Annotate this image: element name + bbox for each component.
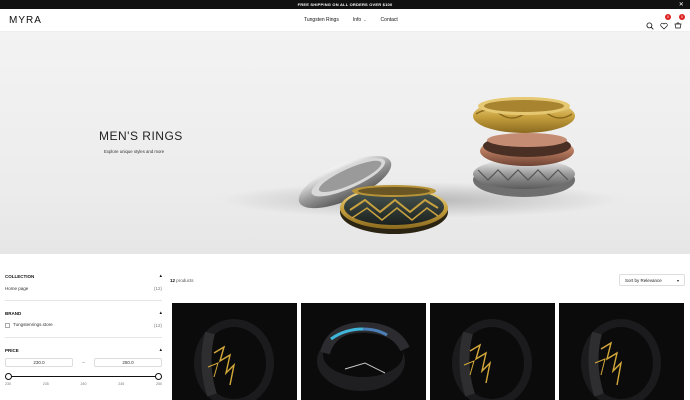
price-tick: 230: [5, 382, 11, 386]
announcement-text: FREE SHIPPING ON ALL ORDERS OVER $100: [297, 2, 393, 7]
chevron-up-icon: ▴: [159, 273, 162, 279]
filter-collection-title: COLLECTION: [5, 273, 35, 279]
product-image: [452, 319, 532, 400]
product-card[interactable]: [172, 303, 297, 400]
filter-price-title: PRICE: [5, 347, 19, 353]
hero-title: MEN'S RINGS: [99, 129, 183, 143]
filter-brand-title: BRAND: [5, 310, 22, 316]
chevron-down-icon: ▾: [676, 277, 679, 283]
product-count-number: 12: [170, 278, 176, 283]
hero-subtitle: Explore unique styles and more: [104, 149, 165, 154]
logo[interactable]: MYRA: [9, 15, 42, 26]
site-header: MYRA Tungsten Rings Info ⌄ Contact 0 0: [0, 9, 690, 32]
filter-option-label: Home page: [5, 285, 29, 291]
price-max-input[interactable]: 250.0: [94, 358, 162, 367]
product-card[interactable]: [301, 303, 426, 400]
price-tick: 245: [118, 382, 125, 386]
price-tick: 240: [80, 382, 87, 386]
product-count-label: products: [176, 278, 194, 283]
sort-select[interactable]: Sort by Relevance ▾: [619, 274, 685, 286]
price-slider[interactable]: [5, 373, 162, 381]
search-icon[interactable]: [646, 17, 654, 30]
product-image: [317, 321, 410, 391]
chevron-up-icon: ▴: [159, 347, 162, 353]
price-tick: 235: [42, 382, 49, 386]
filter-collection-header[interactable]: COLLECTION ▴: [5, 270, 162, 282]
filter-price-header[interactable]: PRICE ▴: [5, 344, 162, 356]
filter-option-home-page[interactable]: Home page (12): [5, 282, 162, 294]
hero-banner: MEN'S RINGS Explore unique styles and mo…: [0, 32, 690, 254]
announcement-bar: FREE SHIPPING ON ALL ORDERS OVER $100 ✕: [0, 0, 690, 9]
nav-item-tungsten-rings[interactable]: Tungsten Rings: [304, 17, 339, 23]
price-slider-ticks: 230 235 240 245 250: [5, 382, 162, 386]
price-tick: 250: [156, 382, 162, 386]
divider: [5, 300, 162, 301]
product-card[interactable]: [559, 303, 684, 400]
filter-option-count: (12): [153, 285, 162, 291]
main-nav: Tungsten Rings Info ⌄ Contact: [304, 17, 398, 23]
header-icons: 0 0: [646, 14, 685, 30]
product-image: [581, 319, 661, 400]
product-count: 12 products: [170, 278, 194, 283]
product-image: [194, 319, 274, 400]
chevron-down-icon: ⌄: [363, 17, 367, 22]
cart-icon[interactable]: 0: [674, 14, 685, 29]
cart-count-badge: 0: [679, 14, 685, 20]
filter-option-count: (12): [153, 322, 162, 328]
hero-rings-image: [220, 97, 620, 234]
checkbox[interactable]: [5, 322, 10, 328]
price-min-input[interactable]: 230.0: [5, 358, 73, 367]
price-separator: –: [82, 359, 85, 366]
filter-option-tungstenrings[interactable]: Tungstenrings.store (12): [5, 319, 162, 331]
wishlist-icon[interactable]: 0: [660, 14, 671, 30]
price-slider-max-handle[interactable]: [155, 373, 162, 380]
close-icon[interactable]: ✕: [679, 0, 684, 9]
nav-item-info[interactable]: Info ⌄: [353, 17, 367, 23]
product-card[interactable]: [430, 303, 555, 400]
wishlist-count-badge: 0: [665, 14, 671, 20]
filters-sidebar: COLLECTION ▴ Home page (12) BRAND ▴ Tung…: [5, 270, 162, 386]
chevron-up-icon: ▴: [159, 310, 162, 316]
filter-option-label: Tungstenrings.store: [13, 322, 53, 328]
nav-item-contact[interactable]: Contact: [381, 17, 398, 23]
product-grid: [172, 303, 684, 400]
price-slider-track: [8, 376, 159, 377]
filter-brand-header[interactable]: BRAND ▴: [5, 307, 162, 319]
sort-select-label: Sort by Relevance: [625, 277, 662, 283]
price-range-inputs: 230.0 – 250.0: [5, 358, 162, 367]
price-slider-min-handle[interactable]: [5, 373, 12, 380]
divider: [5, 337, 162, 338]
